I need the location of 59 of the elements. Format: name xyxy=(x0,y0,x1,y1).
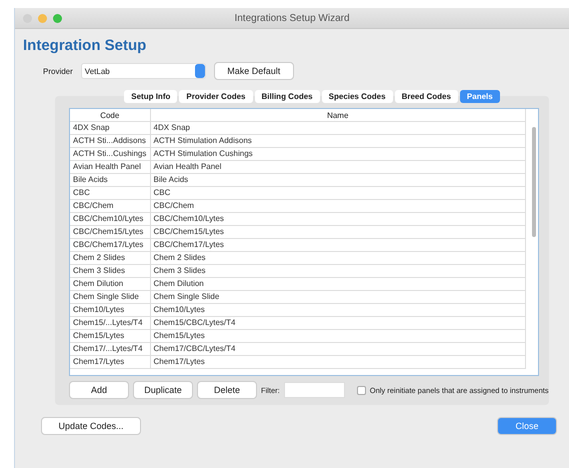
filter-field[interactable] xyxy=(284,382,345,398)
table-cell: Chem Dilution xyxy=(70,278,150,290)
table-cell: Bile Acids xyxy=(70,174,150,186)
update-codes-button[interactable]: Update Codes... xyxy=(41,417,141,435)
table-cell: Chem Single Slide xyxy=(70,290,150,304)
table-cell: CBC/Chem15/Lytes xyxy=(70,226,150,238)
column-header[interactable]: Name xyxy=(327,110,348,120)
tab[interactable]: Provider Codes xyxy=(179,90,253,103)
table-cell: Chem17/CBC/Lytes/T4 xyxy=(150,342,526,356)
table-cell: Chem17/...Lytes/T4 xyxy=(70,342,150,356)
make-default-button[interactable]: Make Default xyxy=(214,62,294,80)
table-cell: Bile Acids xyxy=(150,174,526,186)
tab[interactable]: Species Codes xyxy=(322,90,393,103)
table-cell: CBC/Chem10/Lytes xyxy=(70,212,150,226)
duplicate-button[interactable]: Duplicate xyxy=(133,381,193,399)
table-cell: CBC/Chem xyxy=(150,200,526,212)
table-cell: ACTH Stimulation Addisons xyxy=(150,134,526,148)
table-cell: Chem 3 Slides xyxy=(70,264,150,278)
table-cell: CBC/Chem15/Lytes xyxy=(150,226,526,238)
minimize-icon[interactable] xyxy=(38,14,47,22)
provider-dropdown[interactable]: VetLab xyxy=(80,63,206,79)
tab[interactable]: Billing Codes xyxy=(254,90,320,103)
table-cell: CBC/Chem17/Lytes xyxy=(150,238,526,252)
table-cell: Chem17/Lytes xyxy=(70,356,150,368)
table-cell: Chem15/Lytes xyxy=(150,330,526,342)
page-heading: Integration Setup xyxy=(23,37,148,54)
table-cell: CBC xyxy=(70,186,150,200)
table-cell: Chem 2 Slides xyxy=(150,252,526,264)
table-cell: Chem15/Lytes xyxy=(70,330,150,342)
table-cell: Avian Health Panel xyxy=(150,160,526,174)
delete-button[interactable]: Delete xyxy=(197,381,257,399)
table-cell: CBC xyxy=(150,186,526,200)
table-cell: Chem10/Lytes xyxy=(70,304,150,316)
table-cell: 4DX Snap xyxy=(70,122,150,134)
scrollbar-thumb[interactable] xyxy=(532,127,536,237)
field-label: Provider xyxy=(43,66,73,76)
table-cell: Chem 2 Slides xyxy=(70,252,150,264)
table-cell: CBC/Chem17/Lytes xyxy=(70,238,150,252)
table-cell: Chem10/Lytes xyxy=(150,304,526,316)
table-cell: ACTH Stimulation Cushings xyxy=(150,148,526,160)
table-cell: Avian Health Panel xyxy=(70,160,150,174)
table-cell: CBC/Chem10/Lytes xyxy=(150,212,526,226)
checkbox[interactable] xyxy=(356,386,366,394)
table-cell: ACTH Sti...Addisons xyxy=(70,134,150,148)
table-cell: ACTH Sti...Cushings xyxy=(70,148,150,160)
table-cell: Chem15/CBC/Lytes/T4 xyxy=(150,316,526,330)
table-cell: Chem Dilution xyxy=(150,278,526,290)
table-cell: Chem15/...Lytes/T4 xyxy=(70,316,150,330)
zoom-icon[interactable] xyxy=(53,14,62,22)
table-cell: Chem17/Lytes xyxy=(150,356,526,368)
window-title: Integrations Setup Wizard xyxy=(234,12,350,24)
table-cell: 4DX Snap xyxy=(150,122,526,134)
tab[interactable]: Setup Info xyxy=(124,90,178,103)
column-header[interactable]: Code xyxy=(100,110,120,120)
table-cell: CBC/Chem xyxy=(70,200,150,212)
table-cell: Chem 3 Slides xyxy=(150,264,526,278)
add-button[interactable]: Add xyxy=(69,381,129,399)
tab[interactable]: Breed Codes xyxy=(394,90,458,103)
table-cell: Chem Single Slide xyxy=(150,290,526,304)
